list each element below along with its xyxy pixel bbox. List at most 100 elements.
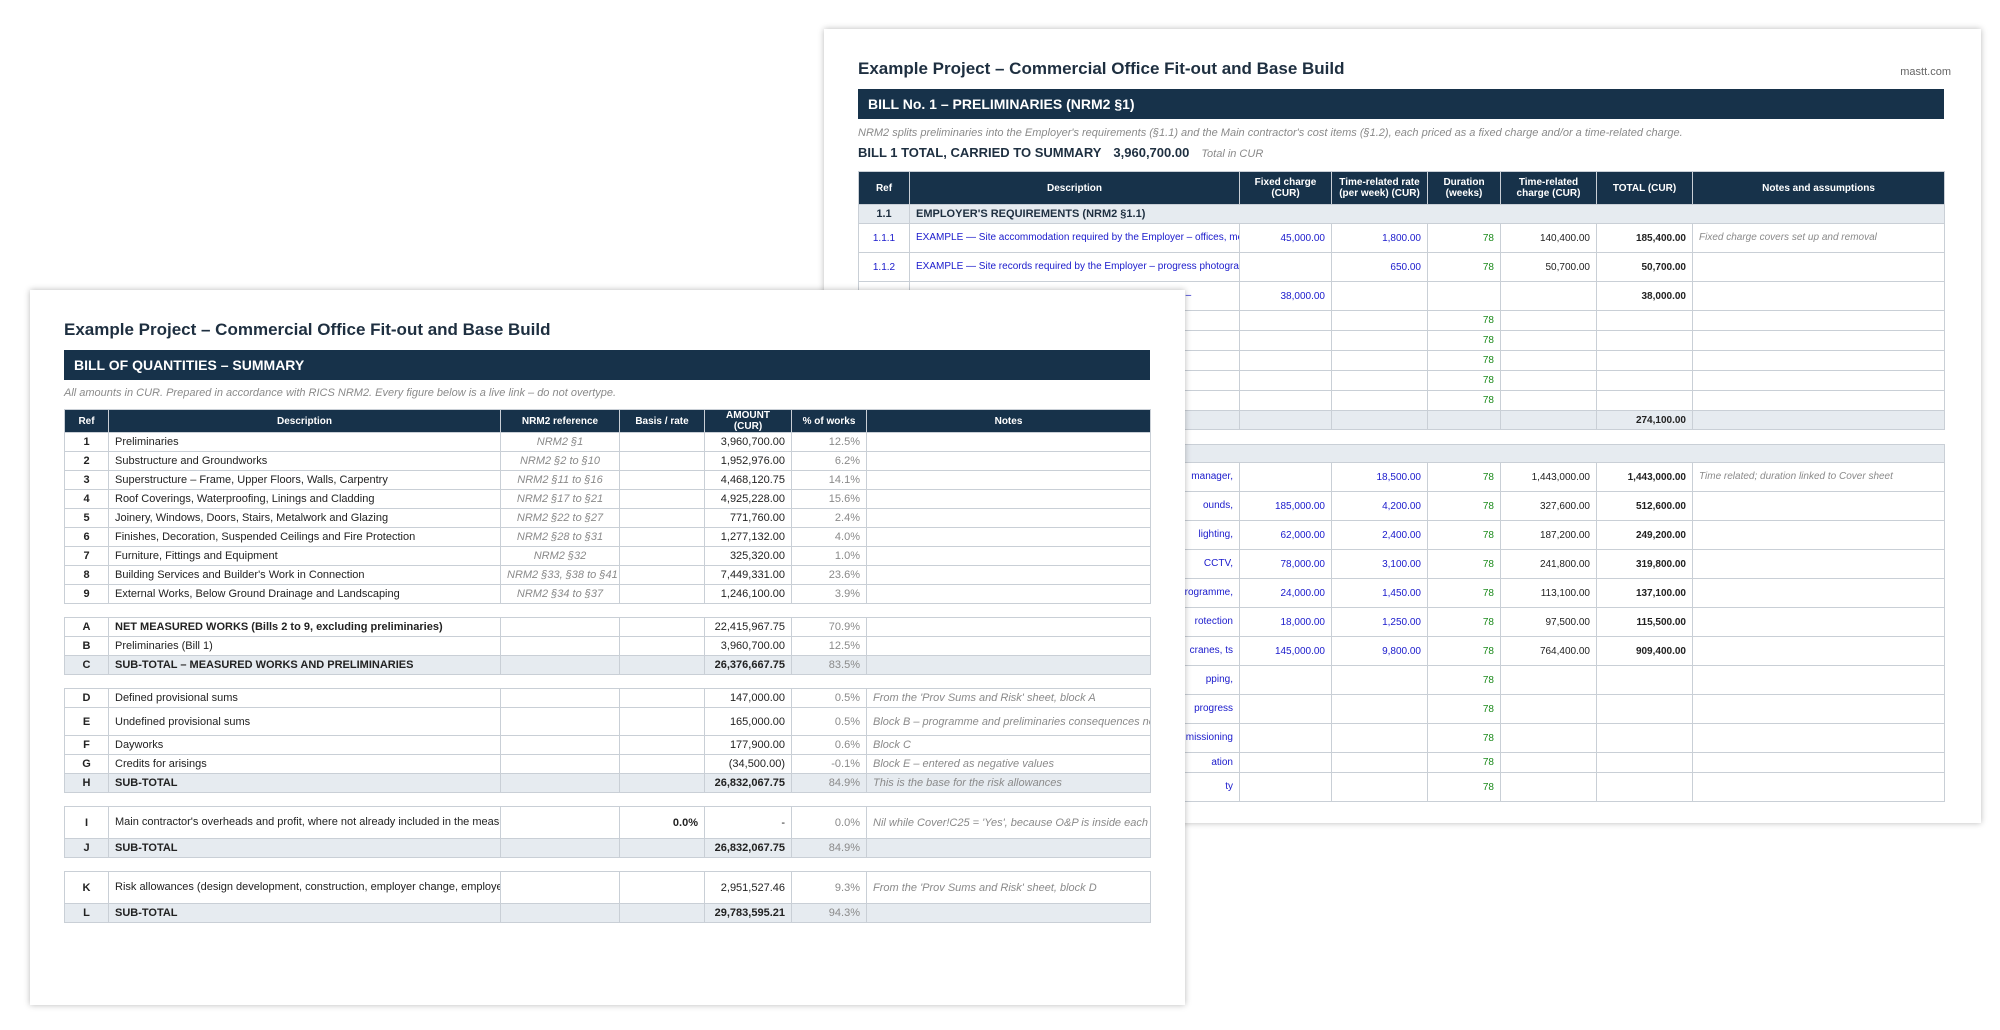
subtotal-row[interactable]: J SUB-TOTAL 26,832,067.75 84.9% (64, 838, 1151, 858)
row-note[interactable] (1692, 252, 1945, 282)
section-subtotal-value: 274,100.00 (1596, 410, 1693, 430)
row-description: Defined provisional sums (108, 688, 501, 708)
table-row[interactable]: 1 Preliminaries NRM2 §1 3,960,700.00 12.5% (64, 432, 1151, 452)
row-fixed[interactable]: 185,000.00 (1239, 491, 1332, 521)
row-amount[interactable]: - (704, 806, 792, 839)
row-rate[interactable]: 3,100.00 (1331, 549, 1428, 579)
row-duration[interactable]: 78 (1427, 462, 1501, 492)
row-description[interactable]: EXAMPLE — Site accommodation required by… (909, 223, 1240, 253)
row-duration[interactable]: 78 (1427, 665, 1501, 695)
row-amount[interactable]: 177,900.00 (704, 735, 792, 755)
row-duration[interactable]: 78 (1427, 252, 1501, 282)
row-duration[interactable]: 78 (1427, 350, 1501, 371)
row-fixed[interactable]: 38,000.00 (1239, 281, 1332, 311)
table-row[interactable]: 1.1.2 EXAMPLE — Site records required by… (858, 252, 1945, 282)
table-row[interactable]: G Credits for arisings (34,500.00) -0.1% Blo… (64, 754, 1151, 774)
row-amount[interactable]: 1,952,976.00 (704, 451, 792, 471)
subtotal-row[interactable]: C SUB-TOTAL – MEASURED WORKS AND PRELIMIN… (64, 655, 1151, 675)
row-note[interactable] (1692, 607, 1945, 637)
row-fixed[interactable]: 62,000.00 (1239, 520, 1332, 550)
row-note[interactable] (1692, 636, 1945, 666)
table-row[interactable]: 5 Joinery, Windows, Doors, Stairs, Metalw… (64, 508, 1151, 528)
subtotal-row[interactable]: H SUB-TOTAL 26,832,067.75 84.9% This is the … (64, 773, 1151, 793)
row-amount[interactable]: 7,449,331.00 (704, 565, 792, 585)
table-row[interactable]: 2 Substructure and Groundworks NRM2 §2 to … (64, 451, 1151, 471)
row-note[interactable] (1692, 578, 1945, 608)
row-description[interactable]: EXAMPLE — Site records required by the E… (909, 252, 1240, 282)
table-row[interactable]: 1.1.1 EXAMPLE — Site accommodation requi… (858, 223, 1945, 253)
row-note[interactable] (1692, 520, 1945, 550)
row-duration[interactable]: 78 (1427, 223, 1501, 253)
row-basis-rate[interactable]: 0.0% (619, 806, 705, 839)
row-duration[interactable] (1427, 281, 1501, 311)
row-amount[interactable]: 26,832,067.75 (704, 838, 792, 858)
row-amount[interactable]: 325,320.00 (704, 546, 792, 566)
row-fixed[interactable]: 145,000.00 (1239, 636, 1332, 666)
row-note[interactable] (1692, 549, 1945, 579)
row-duration[interactable]: 78 (1427, 390, 1501, 411)
row-duration[interactable]: 78 (1427, 578, 1501, 608)
row-amount[interactable]: 165,000.00 (704, 707, 792, 736)
table-row[interactable]: B Preliminaries (Bill 1) 3,960,700.00 12.5% (64, 636, 1151, 656)
table-row[interactable]: I Main contractor's overheads and profit,… (64, 806, 1151, 839)
row-duration[interactable]: 78 (1427, 752, 1501, 773)
row-duration[interactable]: 78 (1427, 310, 1501, 331)
row-fixed[interactable]: 45,000.00 (1239, 223, 1332, 253)
row-amount[interactable]: 26,376,667.75 (704, 655, 792, 675)
row-amount[interactable]: 2,951,527.46 (704, 871, 792, 904)
table-row[interactable]: 7 Furniture, Fittings and Equipment NRM2 §… (64, 546, 1151, 566)
row-duration[interactable]: 78 (1427, 520, 1501, 550)
row-duration[interactable]: 78 (1427, 491, 1501, 521)
row-amount[interactable]: 26,832,067.75 (704, 773, 792, 793)
row-note[interactable] (1692, 491, 1945, 521)
table-row[interactable]: D Defined provisional sums 147,000.00 0.5% F… (64, 688, 1151, 708)
row-note[interactable] (1692, 281, 1945, 311)
row-note[interactable]: Time related; duration linked to Cover s… (1692, 462, 1945, 492)
table-row[interactable]: 8 Building Services and Builder's Work in… (64, 565, 1151, 585)
row-rate[interactable] (1331, 281, 1428, 311)
subtotal-row[interactable]: L SUB-TOTAL 29,783,595.21 94.3% (64, 903, 1151, 923)
row-rate[interactable]: 1,450.00 (1331, 578, 1428, 608)
row-fixed[interactable]: 18,000.00 (1239, 607, 1332, 637)
table-row[interactable]: E Undefined provisional sums 165,000.00 0.5… (64, 707, 1151, 736)
row-note[interactable]: Fixed charge covers set up and removal (1692, 223, 1945, 253)
row-amount[interactable]: 1,277,132.00 (704, 527, 792, 547)
row-duration[interactable]: 78 (1427, 723, 1501, 753)
row-duration[interactable]: 78 (1427, 772, 1501, 802)
row-amount[interactable]: 3,960,700.00 (704, 432, 792, 452)
row-amount[interactable]: 1,246,100.00 (704, 584, 792, 604)
row-duration[interactable]: 78 (1427, 607, 1501, 637)
row-amount[interactable]: 147,000.00 (704, 688, 792, 708)
row-duration[interactable]: 78 (1427, 694, 1501, 724)
row-fixed[interactable]: 24,000.00 (1239, 578, 1332, 608)
table-row[interactable]: 3 Superstructure – Frame, Upper Floors, W… (64, 470, 1151, 490)
row-duration[interactable]: 78 (1427, 549, 1501, 579)
row-fixed[interactable] (1239, 252, 1332, 282)
table-row[interactable]: F Dayworks 177,900.00 0.6% Block C (64, 735, 1151, 755)
row-rate[interactable]: 18,500.00 (1331, 462, 1428, 492)
table-row[interactable]: 4 Roof Coverings, Waterproofing, Linings … (64, 489, 1151, 509)
row-rate[interactable]: 9,800.00 (1331, 636, 1428, 666)
table-row[interactable]: 9 External Works, Below Ground Drainage a… (64, 584, 1151, 604)
table-row[interactable]: K Risk allowances (design development, co… (64, 871, 1151, 904)
row-amount[interactable]: 771,760.00 (704, 508, 792, 528)
row-duration[interactable]: 78 (1427, 370, 1501, 391)
table-row[interactable]: A NET MEASURED WORKS (Bills 2 to 9, exclu… (64, 617, 1151, 637)
row-fixed[interactable]: 78,000.00 (1239, 549, 1332, 579)
row-amount[interactable]: 22,415,967.75 (704, 617, 792, 637)
row-amount[interactable]: (34,500.00) (704, 754, 792, 774)
row-rate[interactable]: 2,400.00 (1331, 520, 1428, 550)
table-row[interactable]: 6 Finishes, Decoration, Suspended Ceiling… (64, 527, 1151, 547)
row-rate[interactable]: 1,250.00 (1331, 607, 1428, 637)
row-fixed[interactable] (1239, 462, 1332, 492)
row-rate[interactable]: 1,800.00 (1331, 223, 1428, 253)
row-duration[interactable]: 78 (1427, 330, 1501, 351)
row-amount[interactable]: 4,925,228.00 (704, 489, 792, 509)
row-duration[interactable]: 78 (1427, 636, 1501, 666)
row-amount[interactable]: 3,960,700.00 (704, 636, 792, 656)
row-rate[interactable]: 4,200.00 (1331, 491, 1428, 521)
row-amount[interactable]: 4,468,120.75 (704, 470, 792, 490)
row-amount[interactable]: 29,783,595.21 (704, 903, 792, 923)
row-percent: 94.3% (791, 903, 867, 923)
row-rate[interactable]: 650.00 (1331, 252, 1428, 282)
